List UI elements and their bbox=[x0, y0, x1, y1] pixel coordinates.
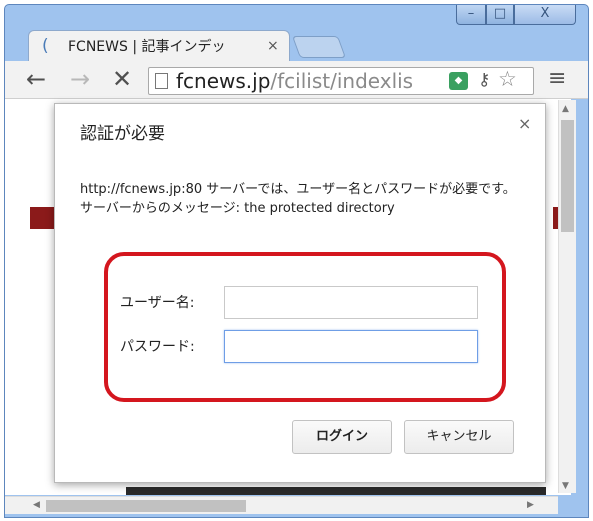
scroll-right-icon[interactable]: ▶ bbox=[527, 500, 534, 510]
minimize-button[interactable]: – bbox=[456, 5, 486, 25]
maximize-button[interactable]: □ bbox=[486, 5, 514, 25]
window-close-button[interactable]: X bbox=[514, 5, 576, 25]
scroll-left-icon[interactable]: ◀ bbox=[33, 500, 40, 510]
vertical-scroll-thumb[interactable] bbox=[561, 120, 574, 232]
stop-loading-icon[interactable]: ✕ bbox=[112, 64, 132, 94]
minimize-icon: – bbox=[467, 6, 475, 21]
dialog-close-icon[interactable]: × bbox=[518, 114, 531, 134]
login-button[interactable]: ログイン bbox=[292, 420, 392, 454]
dialog-title: 認証が必要 bbox=[80, 124, 165, 144]
scroll-down-icon[interactable]: ▼ bbox=[562, 481, 569, 491]
loading-spinner-icon: ( bbox=[42, 36, 49, 56]
forward-arrow-icon[interactable]: → bbox=[70, 64, 90, 94]
dialog-message: http://fcnews.jp:80 サーバーでは、ユーザー名とパスワードが必… bbox=[80, 182, 516, 216]
key-icon[interactable]: ⚷ bbox=[478, 68, 490, 92]
new-tab-button[interactable] bbox=[291, 36, 347, 58]
menu-icon[interactable]: ≡ bbox=[548, 66, 566, 92]
password-label: パスワード: bbox=[120, 339, 195, 355]
scroll-up-icon[interactable]: ▲ bbox=[562, 104, 569, 114]
page-icon bbox=[155, 73, 168, 89]
username-field[interactable] bbox=[224, 286, 478, 319]
maximize-icon: □ bbox=[493, 6, 507, 21]
password-field[interactable] bbox=[224, 330, 478, 363]
page-bottom-band bbox=[126, 487, 546, 495]
tab-title: FCNEWS | 記事インデッ bbox=[68, 39, 226, 55]
url-host: fcnews.jp bbox=[176, 69, 271, 93]
bookmark-star-icon[interactable]: ☆ bbox=[498, 66, 517, 92]
horizontal-scroll-thumb[interactable] bbox=[46, 500, 246, 512]
url-text[interactable]: fcnews.jp/fcilist/indexlis bbox=[176, 68, 444, 94]
url-path: /fcilist/indexlis bbox=[270, 69, 414, 93]
back-arrow-icon[interactable]: ← bbox=[26, 64, 46, 94]
close-icon: X bbox=[540, 6, 550, 21]
username-label: ユーザー名: bbox=[120, 295, 195, 311]
tab-close-icon[interactable]: × bbox=[267, 36, 279, 56]
window-controls: – □ X bbox=[456, 5, 580, 27]
cancel-button[interactable]: キャンセル bbox=[404, 420, 514, 454]
extension-shield-icon[interactable]: ◆ bbox=[449, 72, 468, 90]
